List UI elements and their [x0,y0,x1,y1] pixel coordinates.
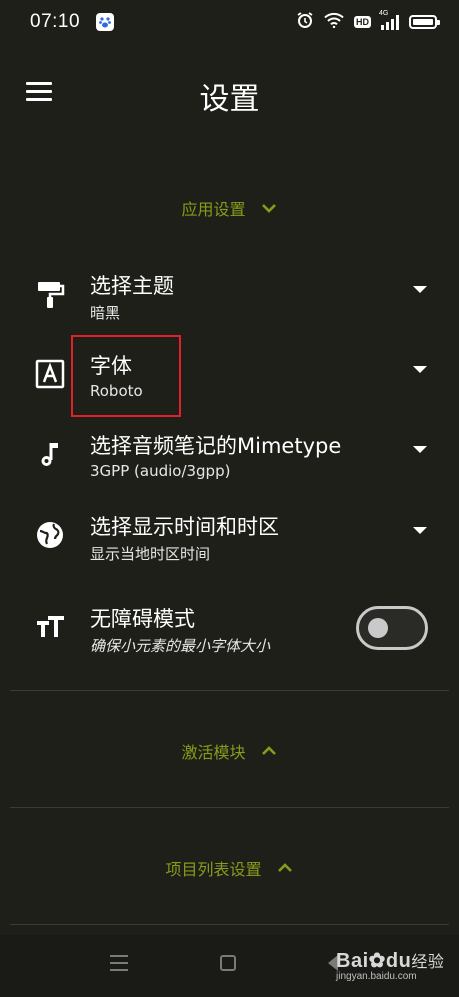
globe-icon [37,522,63,548]
dropdown-arrow-icon [413,527,427,534]
dropdown-arrow-icon [413,366,427,373]
baidu-app-icon [96,13,115,31]
alarm-icon [296,11,314,34]
setting-mimetype-label: 选择音频笔记的Mimetype [90,434,342,458]
section-app-settings[interactable]: 应用设置 [0,188,459,228]
home-button[interactable] [220,955,240,975]
setting-font[interactable]: 字体 Roboto [0,344,459,414]
section-activation[interactable]: 激活模块 [0,731,459,771]
app-bar: 设置 [0,60,459,124]
wifi-icon [324,12,344,33]
dropdown-arrow-icon [413,286,427,293]
dropdown-arrow-icon [413,446,427,453]
setting-mimetype[interactable]: 选择音频笔记的Mimetype 3GPP (audio/3gpp) [0,424,459,494]
section-app-settings-label: 应用设置 [181,200,246,219]
section-project-list[interactable]: 项目列表设置 [0,848,459,888]
music-note-icon [41,443,58,466]
setting-theme-label: 选择主题 [90,274,174,298]
baidu-watermark: Bai✿du经验 jingyan.baidu.com [336,950,445,982]
battery-icon [409,15,440,29]
page-title: 设置 [199,82,260,117]
signal-icon: 4G [379,10,399,30]
hd-badge: HD [354,16,371,28]
chevron-down-icon [261,204,276,213]
divider [10,924,449,925]
setting-theme[interactable]: 选择主题 暗黑 [0,264,459,334]
chevron-up-icon [261,746,276,755]
section-activation-label: 激活模块 [181,743,246,762]
setting-timezone-label: 选择显示时间和时区 [90,515,279,539]
font-icon [35,359,65,389]
divider [10,690,449,691]
setting-font-value: Roboto [90,382,143,400]
chevron-up-icon [277,863,292,872]
toggle-knob [368,618,388,638]
setting-accessibility-value: 确保小元素的最小字体大小 [90,637,271,655]
section-project-list-label: 项目列表设置 [165,860,262,879]
accessibility-toggle[interactable] [356,606,428,650]
setting-timezone[interactable]: 选择显示时间和时区 显示当地时区时间 [0,505,459,575]
recents-button[interactable] [110,955,130,975]
setting-timezone-value: 显示当地时区时间 [90,545,211,563]
divider [10,807,449,808]
setting-theme-value: 暗黑 [90,304,121,322]
setting-accessibility-label: 无障碍模式 [90,607,195,631]
text-size-icon [37,616,64,637]
setting-font-label: 字体 [90,354,132,378]
setting-mimetype-value: 3GPP (audio/3gpp) [90,462,231,480]
status-time: 07:10 [30,11,81,32]
paw-logo: ✿ [368,950,386,972]
status-bar: 07:10 HD 4G [0,0,459,44]
paint-roller-icon [38,282,65,308]
